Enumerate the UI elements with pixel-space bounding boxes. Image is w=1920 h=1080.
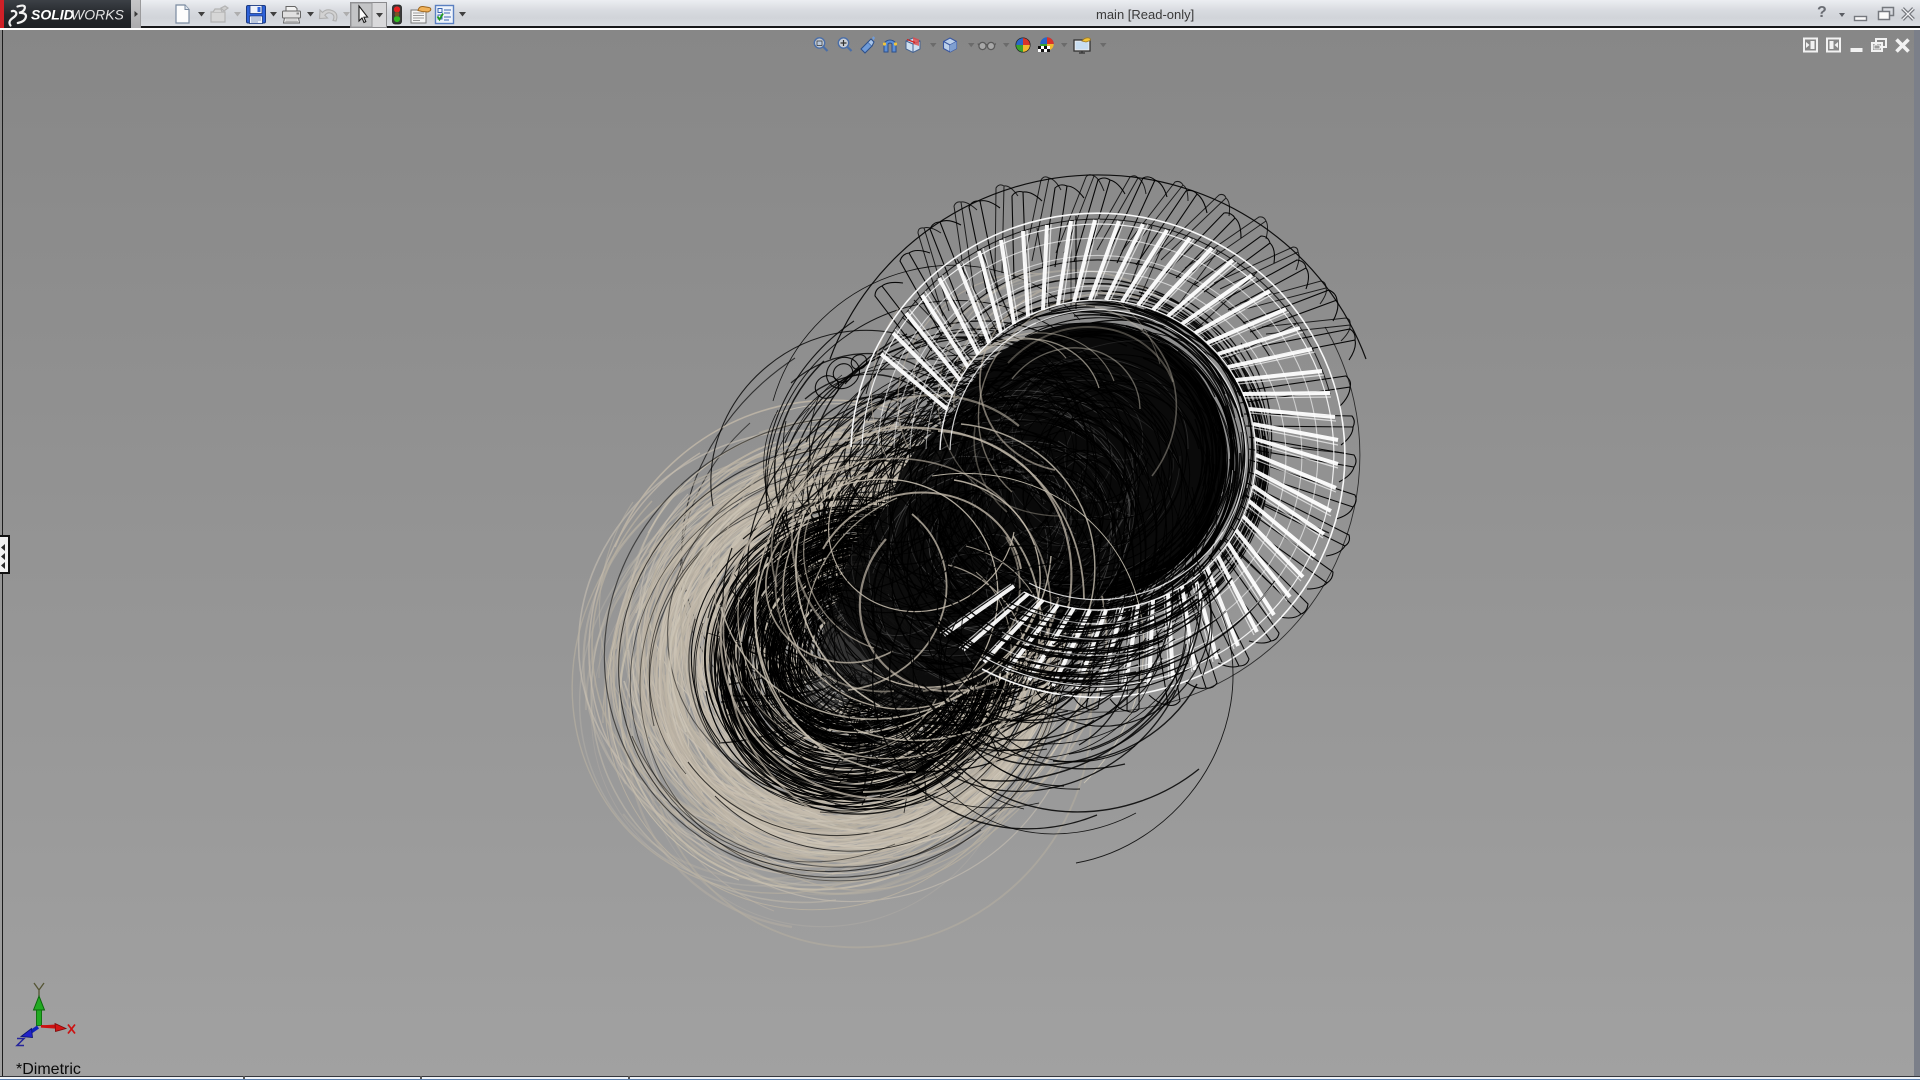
svg-text:WORKS: WORKS: [71, 7, 125, 23]
svg-text:SOLID: SOLID: [31, 7, 74, 23]
